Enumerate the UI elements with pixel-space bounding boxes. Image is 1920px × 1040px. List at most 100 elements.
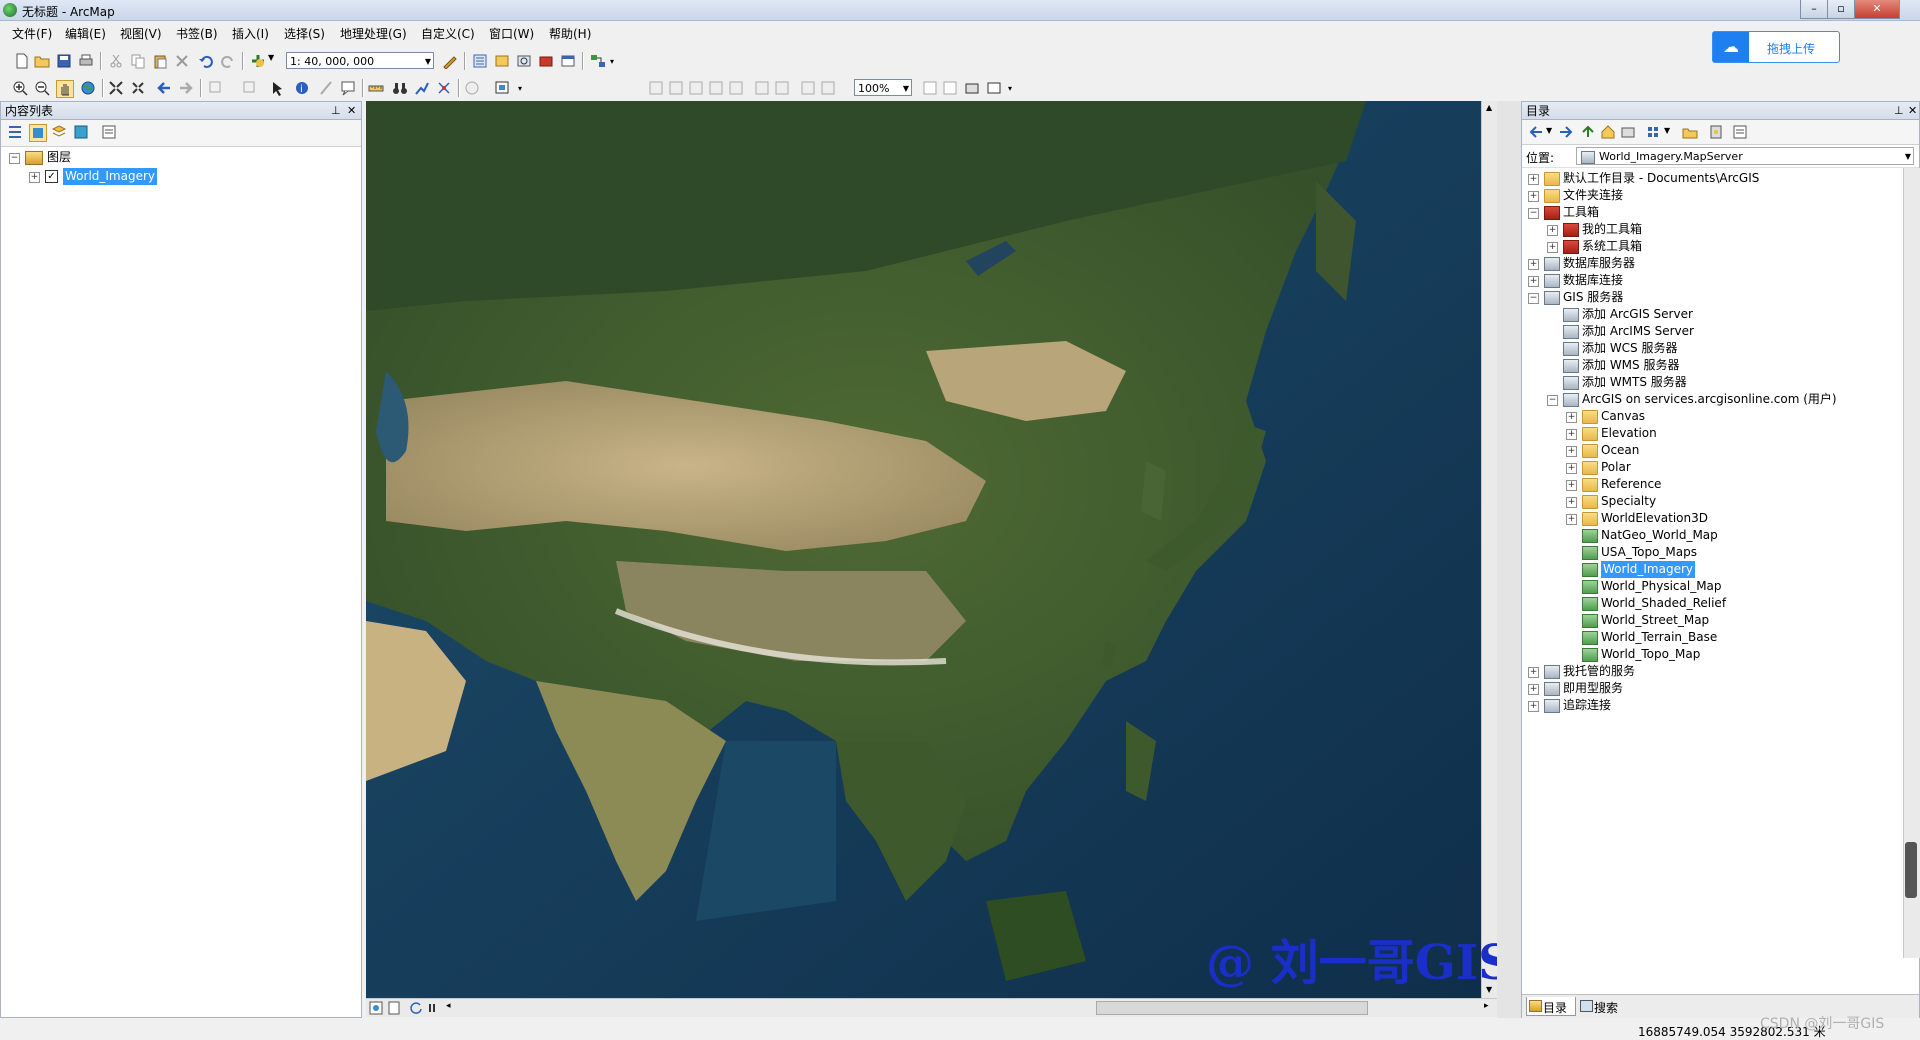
zoom-out-icon[interactable]	[34, 80, 50, 96]
menu-selection[interactable]: 选择(S)	[284, 25, 325, 42]
identify-icon[interactable]: i	[294, 80, 310, 96]
expand-icon[interactable]: +	[1528, 174, 1539, 185]
data-driven-pages-icon[interactable]	[986, 80, 1002, 96]
catalog-item[interactable]: + Reference	[1566, 476, 1919, 493]
list-by-selection-icon[interactable]	[73, 124, 89, 140]
table-of-contents-icon[interactable]	[472, 53, 488, 69]
scroll-thumb[interactable]	[1905, 842, 1917, 898]
views-icon[interactable]	[1646, 124, 1662, 140]
expand-icon[interactable]: +	[1528, 684, 1539, 695]
toggle-draft-mode-icon[interactable]	[922, 80, 938, 96]
pin-icon[interactable]: ⊥	[1894, 102, 1904, 120]
catalog-item[interactable]: 添加 ArcGIS Server	[1547, 306, 1917, 323]
select-elements-arrow-icon[interactable]	[270, 80, 286, 96]
catalog-item[interactable]: World_Street_Map	[1566, 612, 1919, 629]
catalog-item[interactable]: + 默认工作目录 - Documents\ArcGIS	[1528, 170, 1898, 187]
close-window-button[interactable]: ✕	[1854, 0, 1900, 19]
find-binoculars-icon[interactable]	[392, 80, 408, 96]
catalog-item[interactable]: + 我托管的服务	[1528, 663, 1898, 680]
full-extent-globe-icon[interactable]	[80, 80, 96, 96]
forward-extent-icon[interactable]	[178, 80, 194, 96]
catalog-item[interactable]: + 数据库连接	[1528, 272, 1898, 289]
pause-drawing-icon[interactable]	[424, 1000, 440, 1016]
drag-upload-button[interactable]: ☁ 拖拽上传	[1712, 31, 1840, 63]
redo-icon[interactable]	[220, 53, 236, 69]
back-arrow-icon[interactable]	[1528, 124, 1544, 140]
add-data-icon[interactable]	[250, 53, 266, 69]
hyperlink-icon[interactable]	[318, 80, 334, 96]
catalog-item[interactable]: World_Terrain_Base	[1566, 629, 1919, 646]
html-popup-icon[interactable]	[340, 80, 356, 96]
menu-edit[interactable]: 编辑(E)	[65, 25, 106, 42]
expand-icon[interactable]: +	[1528, 276, 1539, 287]
catalog-item[interactable]: + WorldElevation3D	[1566, 510, 1919, 527]
catalog-item[interactable]: + Canvas	[1566, 408, 1919, 425]
layout-pan-icon[interactable]	[688, 80, 704, 96]
search-window-icon[interactable]	[516, 53, 532, 69]
layout-fixed-zoom-out-icon[interactable]	[774, 80, 790, 96]
catalog-item[interactable]: + 追踪连接	[1528, 697, 1898, 714]
paste-icon[interactable]	[152, 53, 168, 69]
close-icon[interactable]: ✕	[347, 102, 356, 120]
expand-icon[interactable]: +	[1566, 497, 1577, 508]
catalog-item[interactable]: + 数据库服务器	[1528, 255, 1898, 272]
layout-forward-extent-icon[interactable]	[820, 80, 836, 96]
forward-arrow-icon[interactable]	[1558, 124, 1574, 140]
layout-view-icon[interactable]	[386, 1000, 402, 1016]
menu-file[interactable]: 文件(F)	[12, 25, 52, 42]
layout-back-extent-icon[interactable]	[800, 80, 816, 96]
map-horizontal-scroll-thumb[interactable]	[1096, 1001, 1368, 1015]
expand-icon[interactable]: +	[29, 172, 40, 183]
menu-help[interactable]: 帮助(H)	[549, 25, 591, 42]
connect-folder-icon[interactable]	[1620, 124, 1636, 140]
catalog-item[interactable]: 添加 WCS 服务器	[1547, 340, 1917, 357]
expand-icon[interactable]: +	[1547, 242, 1558, 253]
menu-customize[interactable]: 自定义(C)	[421, 25, 475, 42]
expand-icon[interactable]: +	[1528, 701, 1539, 712]
catalog-item[interactable]: + 我的工具箱	[1547, 221, 1917, 238]
close-icon[interactable]: ✕	[1908, 102, 1917, 120]
catalog-item[interactable]: + 系统工具箱	[1547, 238, 1917, 255]
catalog-item[interactable]: 添加 ArcIMS Server	[1547, 323, 1917, 340]
layout-zoom-whole-page-icon[interactable]	[708, 80, 724, 96]
new-document-icon[interactable]	[14, 53, 30, 69]
catalog-item[interactable]: World_Physical_Map	[1566, 578, 1919, 595]
home-folder-icon[interactable]	[1600, 124, 1616, 140]
catalog-item[interactable]: 添加 WMS 服务器	[1547, 357, 1917, 374]
expand-icon[interactable]: +	[1566, 412, 1577, 423]
connect-to-server-icon[interactable]	[1708, 124, 1724, 140]
layers-group[interactable]: − 图层	[9, 149, 309, 166]
list-by-drawing-order-icon[interactable]	[7, 124, 23, 140]
change-layout-icon[interactable]	[964, 80, 980, 96]
tab-search[interactable]: 搜索	[1578, 997, 1626, 1015]
tab-catalog[interactable]: 目录	[1526, 997, 1576, 1016]
catalog-item[interactable]: + 文件夹连接	[1528, 187, 1898, 204]
fixed-zoom-out-icon[interactable]	[130, 80, 146, 96]
data-view-icon[interactable]	[368, 1000, 384, 1016]
delete-icon[interactable]	[174, 53, 190, 69]
expand-icon[interactable]: +	[1566, 446, 1577, 457]
scroll-left-arrow[interactable]: ◂	[446, 1001, 451, 1011]
measure-icon[interactable]	[368, 80, 384, 96]
catalog-item[interactable]: + Polar	[1566, 459, 1919, 476]
catalog-item[interactable]: + Specialty	[1566, 493, 1919, 510]
catalog-item[interactable]: + Ocean	[1566, 442, 1919, 459]
undo-icon[interactable]	[198, 53, 214, 69]
catalog-options-icon[interactable]	[1732, 124, 1748, 140]
editor-toolbar-icon[interactable]	[442, 53, 458, 69]
zoom-in-icon[interactable]	[12, 80, 28, 96]
layout-fixed-zoom-in-icon[interactable]	[754, 80, 770, 96]
menu-insert[interactable]: 插入(I)	[232, 25, 269, 42]
collapse-icon[interactable]: −	[1528, 208, 1539, 219]
catalog-vertical-scrollbar[interactable]	[1903, 168, 1920, 958]
expand-icon[interactable]: +	[1528, 667, 1539, 678]
open-folder-icon[interactable]	[34, 53, 50, 69]
layout-zoom-combo[interactable]: 100% ▼	[854, 79, 912, 96]
expand-icon[interactable]: +	[1547, 225, 1558, 236]
toc-options-icon[interactable]	[101, 124, 117, 140]
go-to-xy-icon[interactable]	[436, 80, 452, 96]
expand-icon[interactable]: +	[1566, 514, 1577, 525]
location-combo[interactable]: World_Imagery.MapServer ▼	[1576, 147, 1914, 165]
focus-data-frame-icon[interactable]	[942, 80, 958, 96]
map-vertical-scrollbar[interactable]: ▲ ▼	[1481, 101, 1497, 998]
